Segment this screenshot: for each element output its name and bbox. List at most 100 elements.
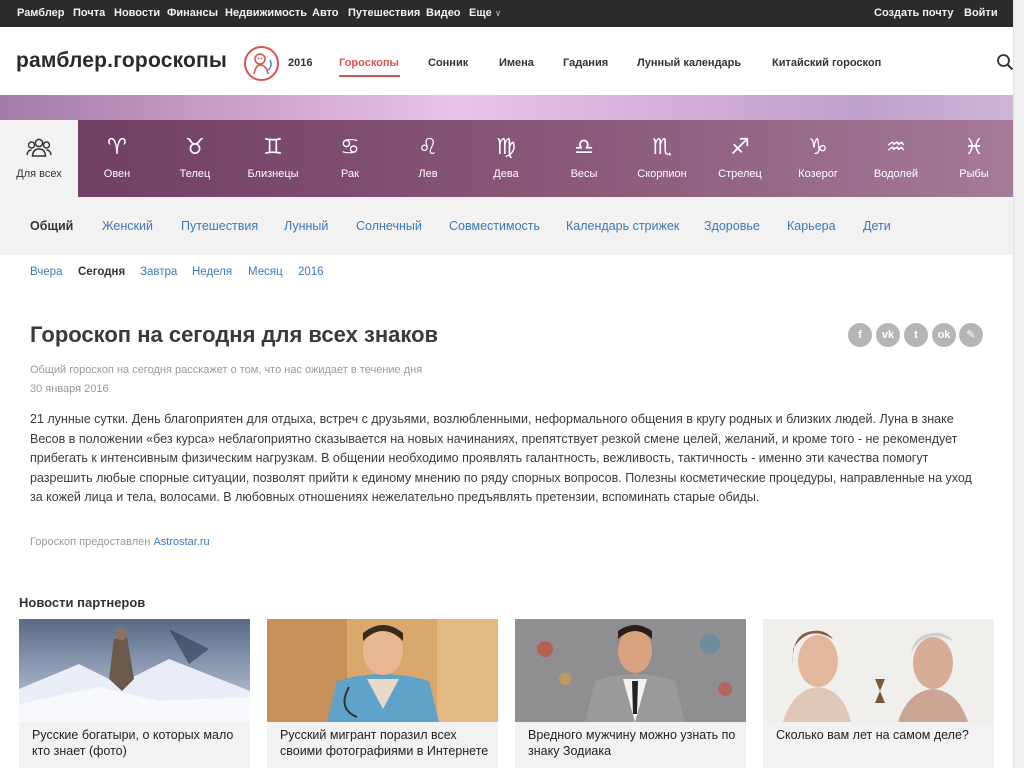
date-tab-yesterday[interactable]: Вчера [30,266,62,278]
twitter-icon[interactable]: t [904,323,928,347]
create-mail-link[interactable]: Создать почту [874,7,954,19]
nav-lunar-calendar[interactable]: Лунный календарь [637,57,741,69]
zodiac-item-leo[interactable]: ♌ Лев [389,120,467,197]
topbar-link-travel[interactable]: Путешествия [348,7,420,19]
livejournal-icon[interactable]: ✎ [959,323,983,347]
nav-fortune-telling[interactable]: Гадания [563,57,608,69]
partner-image-man[interactable] [515,619,746,722]
zodiac-item-libra[interactable]: ♎ Весы [545,120,623,197]
topbar-link-mail[interactable]: Почта [73,7,105,19]
date-tab-today[interactable]: Сегодня [78,266,125,278]
category-tabs: Общий Женский Путешествия Лунный Солнечн… [0,197,1013,255]
partner-card[interactable]: Вредного мужчину можно узнать по знаку З… [515,619,746,768]
zodiac-item-cancer[interactable]: ♋ Рак [311,120,389,197]
partner-caption[interactable]: Русский мигрант поразил всех своими фото… [280,728,490,759]
partner-image-doctor[interactable] [267,619,498,722]
article-date: 30 января 2016 [30,383,109,395]
topbar-more-label: Еще [469,7,492,19]
nav-dream-book[interactable]: Сонник [428,57,468,69]
aquarius-icon: ♒ [886,135,906,160]
partner-caption[interactable]: Вредного мужчину можно узнать по знаку З… [528,728,738,759]
tab-haircut-calendar[interactable]: Календарь стрижек [566,219,679,233]
zodiac-label: Рак [341,168,359,180]
virgo-icon: ♍ [496,135,516,160]
partners-title: Новости партнеров [19,595,146,610]
date-tab-year[interactable]: 2016 [298,266,324,278]
source-link[interactable]: Astrostar.ru [153,536,209,548]
nav-horoscopes[interactable]: Гороскопы [339,57,399,69]
zodiac-label: Овен [103,168,131,180]
page-title: Гороскоп на сегодня для всех знаков [30,322,439,347]
zodiac-label: Для всех [16,168,62,180]
date-tab-month[interactable]: Месяц [248,266,283,278]
topbar-link-news[interactable]: Новости [114,7,160,19]
zodiac-label: Водолей [873,168,919,180]
libra-icon: ♎ [574,135,594,160]
topbar-link-video[interactable]: Видео [426,7,461,19]
zodiac-label: Близнецы [247,168,299,180]
odnoklassniki-icon[interactable]: ok [932,323,956,347]
partner-caption[interactable]: Русские богатыри, о которых мало кто зна… [32,728,242,759]
zodiac-item-virgo[interactable]: ♍ Дева [467,120,545,197]
tab-health[interactable]: Здоровье [704,219,760,233]
year-label[interactable]: 2016 [288,57,312,69]
zodiac-item-aries[interactable]: ♈ Овен [78,120,156,197]
tab-female[interactable]: Женский [102,219,153,233]
scrollbar[interactable] [1013,0,1024,768]
partner-image-women[interactable] [763,619,994,722]
nav-active-underline [339,75,400,77]
tab-career[interactable]: Карьера [787,219,836,233]
zodiac-label: Стрелец [718,168,762,180]
vk-icon[interactable]: vk [876,323,900,347]
decorative-banner [0,95,1013,120]
site-header: рамблер.гороскопы 2016 Гороскопы Сонник … [0,27,1014,95]
tab-travel[interactable]: Путешествия [181,219,258,233]
date-tab-tomorrow[interactable]: Завтра [140,266,177,278]
source-prefix: Гороскоп предоставлен [30,536,151,548]
zodiac-label: Рыбы [959,168,989,180]
zodiac-selector: Для всех ♈ Овен ♉ Телец ♊ Близнецы ♋ Рак ♌ Ле… [0,120,1013,197]
zodiac-label: Скорпион [637,168,687,180]
partner-card[interactable]: Русские богатыри, о которых мало кто зна… [19,619,250,768]
capricorn-icon: ♑ [808,135,828,160]
zodiac-item-sagittarius[interactable]: ♐ Стрелец [701,120,779,197]
facebook-icon[interactable]: f [848,323,872,347]
zodiac-item-aquarius[interactable]: ♒ Водолей [857,120,935,197]
tab-compatibility[interactable]: Совместимость [449,219,540,233]
partner-card[interactable]: Русский мигрант поразил всех своими фото… [267,619,498,768]
site-logo[interactable]: рамблер.гороскопы [16,49,227,73]
source-credit: Гороскоп предоставлен Astrostar.ru [30,536,210,548]
partner-image-warrior[interactable] [19,619,250,722]
zodiac-label: Козерог [798,168,838,180]
people-icon [0,136,78,165]
topbar-link-realty[interactable]: Недвижимость [225,7,307,19]
date-tab-week[interactable]: Неделя [192,266,232,278]
tab-solar[interactable]: Солнечный [356,219,422,233]
year-monkey-icon[interactable] [244,46,279,81]
partner-card[interactable]: Сколько вам лет на самом деле? [763,619,994,768]
zodiac-item-gemini[interactable]: ♊ Близнецы [234,120,312,197]
zodiac-item-scorpio[interactable]: ♏ Скорпион [623,120,701,197]
zodiac-item-pisces[interactable]: ♓ Рыбы [935,120,1013,197]
zodiac-label: Дева [493,168,519,180]
topbar-link-auto[interactable]: Авто [312,7,339,19]
search-icon[interactable] [996,53,1014,71]
login-link[interactable]: Войти [964,7,998,19]
topbar-link-rambler[interactable]: Рамблер [17,7,65,19]
partner-caption[interactable]: Сколько вам лет на самом деле? [776,728,986,744]
tab-lunar[interactable]: Лунный [284,219,328,233]
sagittarius-icon: ♐ [730,135,750,160]
zodiac-label: Лев [418,168,438,180]
nav-names[interactable]: Имена [499,57,534,69]
topbar-link-more[interactable]: Еще ∨ [469,7,501,19]
tab-children[interactable]: Дети [863,219,891,233]
zodiac-item-capricorn[interactable]: ♑ Козерог [779,120,857,197]
nav-chinese-horoscope[interactable]: Китайский гороскоп [772,57,881,69]
taurus-icon: ♉ [185,135,205,160]
zodiac-item-taurus[interactable]: ♉ Телец [156,120,234,197]
cancer-icon: ♋ [340,135,360,160]
zodiac-item-all[interactable]: Для всех [0,120,78,197]
tab-general[interactable]: Общий [30,219,73,233]
topbar-link-finance[interactable]: Финансы [167,7,218,19]
gemini-icon: ♊ [263,135,283,160]
